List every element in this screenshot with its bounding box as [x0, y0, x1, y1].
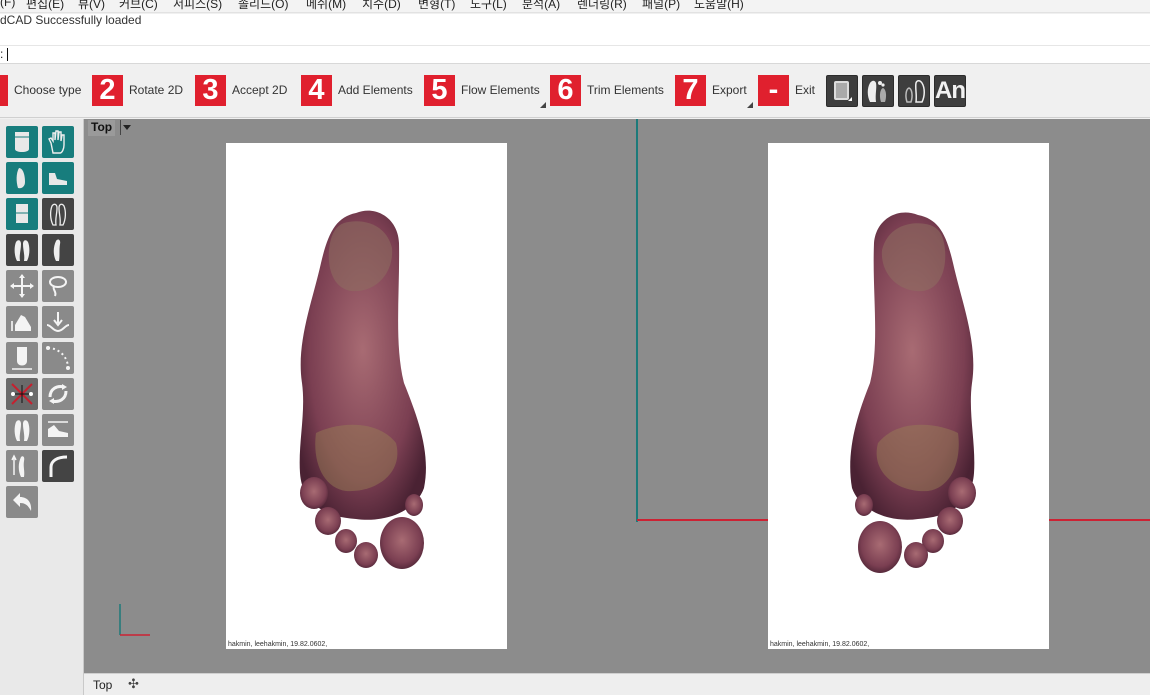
foot-back-tool-icon[interactable]	[6, 198, 38, 230]
step-number-badge: 2	[92, 74, 123, 106]
lasso-tool-icon[interactable]	[42, 270, 74, 302]
step-trim-elements-button[interactable]: 6 Trim Elements	[550, 74, 664, 106]
step-number-badge: 6	[550, 74, 581, 106]
an-icon[interactable]: An	[934, 75, 966, 107]
add-view-icon[interactable]: ✣	[128, 676, 139, 692]
menu-tools[interactable]: 도구(L)	[470, 0, 507, 12]
step-number-badge: 5	[424, 74, 455, 106]
image-caption: hakmin, leehakmin, 19.82.0602,	[770, 641, 870, 648]
step-label: Trim Elements	[587, 83, 664, 97]
arc-dots-tool-icon[interactable]	[42, 342, 74, 374]
view-tabs: Top ✣	[84, 673, 1150, 695]
align-foot-tool-icon[interactable]	[6, 450, 38, 482]
right-foot-icon[interactable]	[898, 75, 930, 107]
feet-outline-tool-icon[interactable]	[42, 198, 74, 230]
step-label: Add Elements	[338, 83, 413, 97]
menu-view[interactable]: 뷰(V)	[78, 0, 105, 12]
step-label: Export	[712, 83, 747, 97]
top-viewport[interactable]: Top hakmin, leehakmin, 19.82.0602, hakmi…	[84, 119, 1150, 673]
ankle-scale-tool-icon[interactable]	[6, 342, 38, 374]
step-number-badge: 4	[301, 74, 332, 106]
heel-height-tool-icon[interactable]	[6, 306, 38, 338]
step-exit-button[interactable]: - Exit	[758, 74, 815, 106]
menu-file[interactable]: (F)	[0, 0, 15, 9]
measure-foot-tool-icon[interactable]	[42, 414, 74, 446]
history-line: dCAD Successfully loaded	[0, 13, 142, 27]
shoe-last-tool-icon[interactable]	[42, 162, 74, 194]
step-label: Exit	[795, 83, 816, 97]
mirror-feet-tool-icon[interactable]	[6, 414, 38, 446]
viewport-dropdown-icon[interactable]	[120, 120, 132, 135]
image-caption: hakmin, leehakmin, 19.82.0602,	[228, 641, 328, 648]
viewport-title[interactable]: Top	[88, 120, 116, 136]
menu-panels[interactable]: 패널(P)	[642, 0, 680, 12]
flyout-indicator-icon[interactable]	[746, 102, 753, 108]
undo-tool-icon[interactable]	[6, 486, 38, 518]
step-export-button[interactable]: 7 Export	[675, 74, 753, 108]
menu-mesh[interactable]: 메쉬(M)	[306, 0, 346, 12]
step-label: Rotate 2D	[129, 83, 184, 97]
text-caret	[7, 48, 8, 61]
move-tool-icon[interactable]	[6, 270, 38, 302]
tab-top[interactable]: Top	[93, 678, 112, 692]
menu-dimension[interactable]: 치수(D)	[362, 0, 401, 12]
step-label: Choose type	[14, 83, 82, 97]
foot-scan-left-icon	[299, 210, 426, 569]
an-label: An	[935, 77, 966, 104]
step-rotate-2d-button[interactable]: 2 Rotate 2D	[92, 74, 183, 106]
foot-scan-right-icon	[850, 212, 976, 573]
foot-image-right[interactable]: hakmin, leehakmin, 19.82.0602,	[768, 143, 1049, 649]
menu-transform[interactable]: 변형(T)	[418, 0, 455, 12]
hand-tool-icon[interactable]	[42, 126, 74, 158]
menu-curve[interactable]: 커브(C)	[119, 0, 158, 12]
menu-analyze[interactable]: 분석(A)	[522, 0, 560, 12]
drop-arrow-tool-icon[interactable]	[42, 306, 74, 338]
menu-bar: (F) 편집(E) 뷰(V) 커브(C) 서피스(S) 솔리드(O) 메쉬(M)…	[0, 0, 1150, 13]
step-choose-type-button[interactable]: Choose type	[0, 74, 81, 106]
step-number-badge: -	[758, 74, 789, 106]
single-foot-tool-icon[interactable]	[42, 234, 74, 266]
left-foot-icon[interactable]	[862, 75, 894, 107]
book-icon[interactable]	[826, 75, 858, 107]
feet-pair-tool-icon[interactable]	[6, 234, 38, 266]
menu-edit[interactable]: 편집(E)	[26, 0, 64, 12]
step-add-elements-button[interactable]: 4 Add Elements	[301, 74, 413, 106]
step-number-badge: 3	[195, 74, 226, 106]
app-window: (F) 편집(E) 뷰(V) 커브(C) 서피스(S) 솔리드(O) 메쉬(M)…	[0, 0, 1150, 695]
step-number-badge: 7	[675, 74, 706, 106]
fillet-tool-icon[interactable]	[42, 450, 74, 482]
step-toolbar: Choose type 2 Rotate 2D 3 Accept 2D 4 Ad…	[0, 65, 1150, 118]
foot-sole-tool-icon[interactable]	[6, 126, 38, 158]
step-accept-2d-button[interactable]: 3 Accept 2D	[195, 74, 287, 106]
flyout-indicator-icon[interactable]	[539, 102, 546, 108]
step-flow-elements-button[interactable]: 5 Flow Elements	[424, 74, 546, 108]
menu-render[interactable]: 렌더링(R)	[577, 0, 627, 12]
y-axis-line	[636, 119, 638, 522]
command-line[interactable]: :	[0, 46, 1150, 64]
menu-help[interactable]: 도움말(H)	[694, 0, 744, 12]
command-prompt: :	[0, 47, 4, 61]
command-history: dCAD Successfully loaded	[0, 13, 1150, 46]
step-label: Accept 2D	[232, 83, 288, 97]
menu-solid[interactable]: 솔리드(O)	[238, 0, 288, 12]
tool-panel	[0, 119, 84, 695]
delete-points-tool-icon[interactable]	[6, 378, 38, 410]
foot-image-left[interactable]: hakmin, leehakmin, 19.82.0602,	[226, 143, 507, 649]
axes-gizmo-icon	[119, 604, 150, 636]
foot-side-tool-icon[interactable]	[6, 162, 38, 194]
flip-tool-icon[interactable]	[42, 378, 74, 410]
step-label: Flow Elements	[461, 83, 540, 97]
menu-surface[interactable]: 서피스(S)	[173, 0, 222, 12]
step-number-badge	[0, 74, 8, 106]
